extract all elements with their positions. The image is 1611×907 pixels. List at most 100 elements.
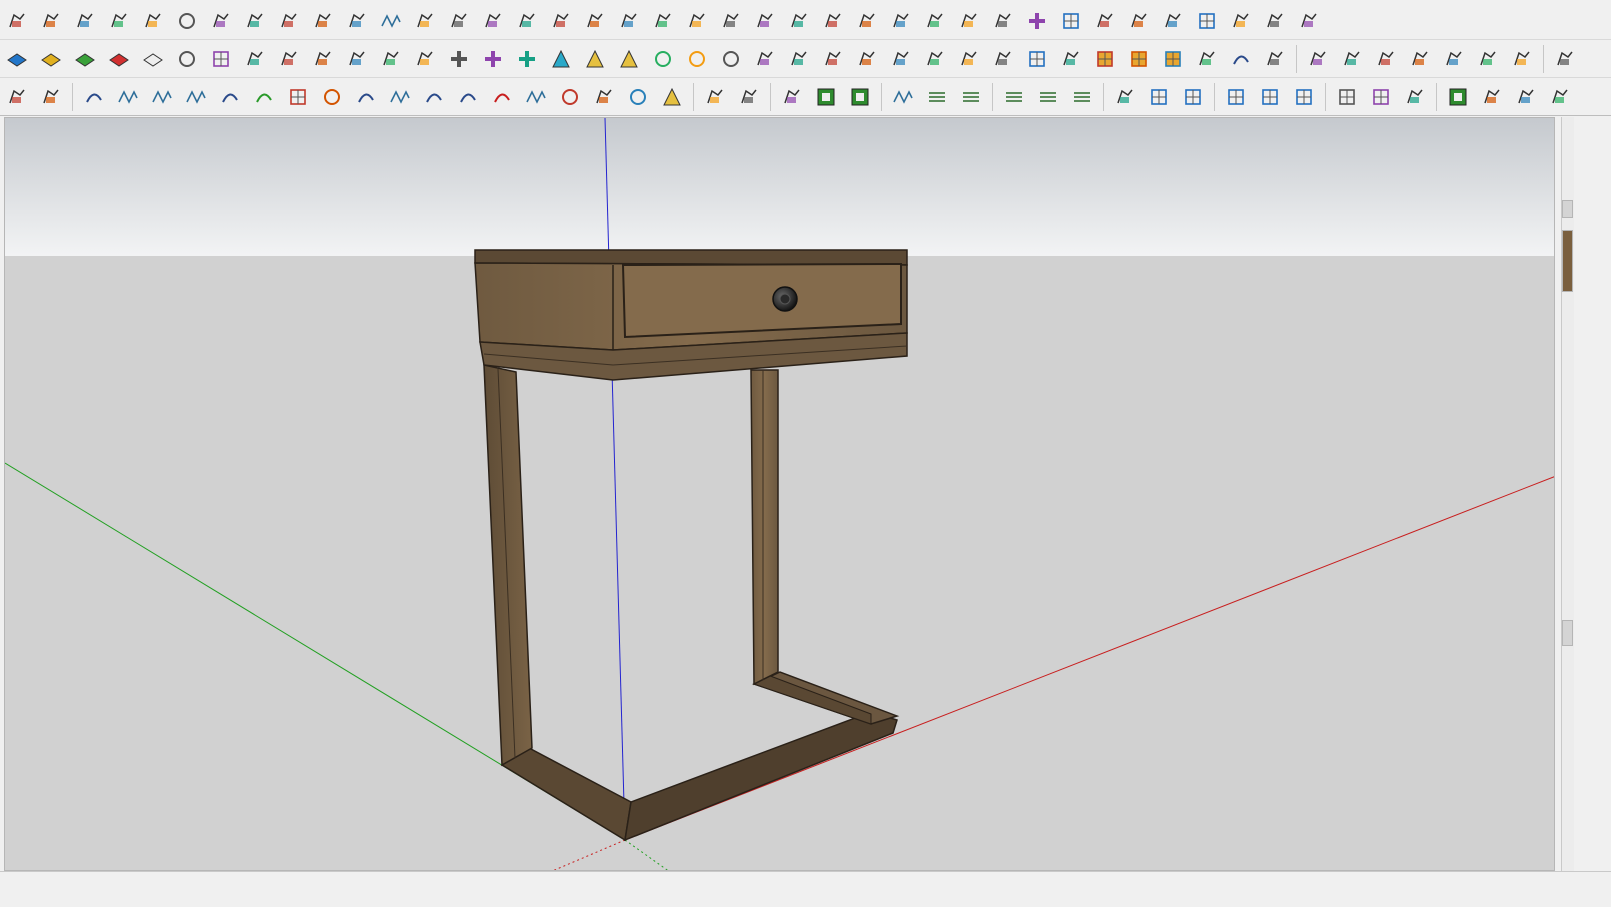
panel-button[interactable] <box>240 44 270 74</box>
scene-canvas[interactable] <box>5 118 1555 871</box>
gem-green-button[interactable] <box>734 82 764 112</box>
roof-button[interactable] <box>1294 6 1324 36</box>
spiral-button[interactable] <box>1158 6 1188 36</box>
stack-button[interactable] <box>546 6 576 36</box>
stairs-button[interactable] <box>682 6 712 36</box>
offset-button[interactable] <box>376 44 406 74</box>
corner-button[interactable] <box>308 6 338 36</box>
copy-button[interactable] <box>1477 82 1507 112</box>
gradient-button[interactable] <box>1473 44 1503 74</box>
grid-button[interactable] <box>1056 6 1086 36</box>
bars-button[interactable] <box>512 6 542 36</box>
bent-button[interactable] <box>920 6 950 36</box>
matrix-button[interactable] <box>1260 44 1290 74</box>
cross-button[interactable] <box>1022 6 1052 36</box>
skew-button[interactable] <box>614 6 644 36</box>
divide-minus-button[interactable] <box>1067 82 1097 112</box>
arc-dots-button[interactable] <box>1226 44 1256 74</box>
box-red-button[interactable] <box>954 44 984 74</box>
scale-down-button[interactable] <box>845 82 875 112</box>
pipes-button[interactable] <box>1545 82 1575 112</box>
loop-orange-button[interactable] <box>682 44 712 74</box>
triangle-red-button[interactable] <box>657 82 687 112</box>
window-button[interactable] <box>1221 82 1251 112</box>
glass-button[interactable] <box>1110 82 1140 112</box>
dome-button[interactable] <box>1400 82 1430 112</box>
zigzag-button[interactable] <box>147 82 177 112</box>
arc-open-button[interactable] <box>351 82 381 112</box>
stamp-button[interactable] <box>1439 44 1469 74</box>
wrench-button[interactable] <box>589 82 619 112</box>
sign-button[interactable] <box>1507 44 1537 74</box>
tray-tab-1[interactable] <box>1562 200 1573 218</box>
magnet-button[interactable] <box>818 44 848 74</box>
ellipse-button[interactable] <box>623 82 653 112</box>
hook-button[interactable] <box>419 82 449 112</box>
tile-orange-button[interactable] <box>1124 44 1154 74</box>
intersect-button[interactable] <box>70 6 100 36</box>
rotate-button[interactable] <box>172 6 202 36</box>
rails-button[interactable] <box>1124 6 1154 36</box>
circle-button[interactable] <box>555 82 585 112</box>
link-button[interactable] <box>342 44 372 74</box>
line-button[interactable] <box>376 6 406 36</box>
push-button[interactable] <box>138 6 168 36</box>
loop-yellow-button[interactable] <box>648 44 678 74</box>
freehand-button[interactable] <box>2 6 32 36</box>
grid-red-button[interactable] <box>1022 44 1052 74</box>
bucket-button[interactable] <box>784 44 814 74</box>
align-plus-button[interactable] <box>922 82 952 112</box>
leaf-button[interactable] <box>852 44 882 74</box>
water-button[interactable] <box>546 44 576 74</box>
paint-button[interactable] <box>1371 44 1401 74</box>
grid-x-button[interactable] <box>1144 82 1174 112</box>
slice-button[interactable] <box>478 6 508 36</box>
hand-button[interactable] <box>580 6 610 36</box>
wave-button[interactable] <box>113 82 143 112</box>
polyline-green-button[interactable] <box>385 82 415 112</box>
stretch-button[interactable] <box>750 6 780 36</box>
frame-blue-button[interactable] <box>1056 44 1086 74</box>
split-button[interactable] <box>784 6 814 36</box>
checker-button[interactable] <box>1443 82 1473 112</box>
move-button[interactable] <box>750 44 780 74</box>
hatch-button[interactable] <box>886 6 916 36</box>
scatter-button[interactable] <box>1192 44 1222 74</box>
align-lines-button[interactable] <box>888 82 918 112</box>
align-minus-button[interactable] <box>956 82 986 112</box>
squiggle-button[interactable] <box>181 82 211 112</box>
window-alt-button[interactable] <box>1255 82 1285 112</box>
add-red-button[interactable] <box>444 44 474 74</box>
select-arrow-button[interactable] <box>777 82 807 112</box>
plane-red-button[interactable] <box>104 44 134 74</box>
flip-button[interactable] <box>648 6 678 36</box>
scale-up-button[interactable] <box>811 82 841 112</box>
cone-button[interactable] <box>580 44 610 74</box>
warning-button[interactable] <box>614 44 644 74</box>
puzzle-button[interactable] <box>886 44 916 74</box>
arc-blue-button[interactable] <box>79 82 109 112</box>
drawing-viewport[interactable] <box>4 117 1555 871</box>
arc-bow-button[interactable] <box>453 82 483 112</box>
grid-xx-button[interactable] <box>1178 82 1208 112</box>
arc-green-button[interactable] <box>249 82 279 112</box>
eraser-tool-button[interactable] <box>36 6 66 36</box>
brush-button[interactable] <box>1405 44 1435 74</box>
path-button[interactable] <box>410 44 440 74</box>
planks-button[interactable] <box>1226 6 1256 36</box>
mesh-button[interactable] <box>1332 82 1362 112</box>
deck-button[interactable] <box>988 6 1018 36</box>
card-button[interactable] <box>700 82 730 112</box>
bevel-button[interactable] <box>716 6 746 36</box>
frame-button[interactable] <box>444 6 474 36</box>
wrap-button[interactable] <box>818 6 848 36</box>
tile-yellow-button[interactable] <box>1090 44 1120 74</box>
rotate-orange-button[interactable] <box>172 44 202 74</box>
shelves-button[interactable] <box>1090 6 1120 36</box>
sweep-button[interactable] <box>274 6 304 36</box>
crank-button[interactable] <box>215 82 245 112</box>
measure-button[interactable] <box>1337 44 1367 74</box>
sphere-grid-button[interactable] <box>1192 6 1222 36</box>
columns-button[interactable] <box>852 6 882 36</box>
red-square-button[interactable] <box>206 44 236 74</box>
